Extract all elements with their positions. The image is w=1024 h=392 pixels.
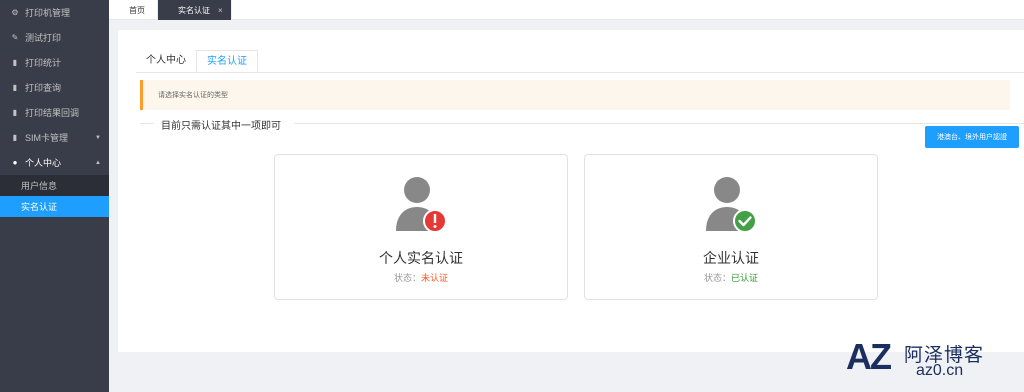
sidebar-subnav: 用户信息 实名认证 <box>0 175 109 217</box>
tab-label: 实名认证 <box>178 5 210 15</box>
sidebar-item-test-print[interactable]: ✎ 测试打印 <box>0 25 109 50</box>
enterprise-auth-card[interactable]: 企业认证 状态：已认证 <box>584 154 878 300</box>
subtab-personal-center[interactable]: 个人中心 <box>136 50 196 72</box>
alert-text: 请选择实名认证的类型 <box>158 92 228 99</box>
sidebar-item-label: 打印机管理 <box>25 8 71 18</box>
caret-down-icon: ▼ <box>95 134 101 141</box>
sidebar-subitem-label: 实名认证 <box>21 202 58 212</box>
status-value: 未认证 <box>421 273 449 283</box>
chat-icon: ▮ <box>12 83 18 92</box>
chat-icon: ▮ <box>12 133 18 142</box>
sidebar-item-print-stats[interactable]: ▮ 打印统计 <box>0 50 109 75</box>
edit-icon: ✎ <box>11 33 19 42</box>
status-label: 状态： <box>393 273 421 283</box>
sidebar-item-label: 打印结果回调 <box>25 108 80 118</box>
fieldset-line-right <box>294 123 1024 124</box>
tab-bar: 首页 实名认证 × <box>109 0 1024 20</box>
gears-icon: ⚙ <box>11 8 19 17</box>
user-icon: ● <box>12 158 18 167</box>
sidebar-item-label: 个人中心 <box>25 158 62 168</box>
sidebar-item-print-query[interactable]: ▮ 打印查询 <box>0 75 109 100</box>
tab-home[interactable]: 首页 <box>109 0 158 20</box>
subtab-divider <box>136 72 1024 73</box>
caret-up-icon: ▲ <box>95 159 101 166</box>
enterprise-auth-status: 状态：已认证 <box>585 271 877 284</box>
subtab-real-name[interactable]: 实名认证 <box>196 50 258 72</box>
personal-auth-status: 状态：未认证 <box>275 271 567 284</box>
sidebar-subitem-label: 用户信息 <box>21 181 58 191</box>
subtabs: 个人中心 实名认证 <box>136 50 258 72</box>
sidebar-subitem-user-info[interactable]: 用户信息 <box>0 175 109 196</box>
alert-banner: 请选择实名认证的类型 <box>140 80 1010 110</box>
status-label: 状态： <box>703 273 731 283</box>
personal-auth-card[interactable]: 个人实名认证 状态：未认证 <box>274 154 568 300</box>
tab-real-name[interactable]: 实名认证 × <box>158 0 232 20</box>
watermark-logo-mark: AZ <box>846 336 892 377</box>
close-icon[interactable]: × <box>218 6 223 15</box>
sidebar-item-printer-manage[interactable]: ⚙ 打印机管理 <box>0 0 109 25</box>
sidebar-subitem-real-name[interactable]: 实名认证 <box>0 196 109 217</box>
personal-auth-title: 个人实名认证 <box>379 250 463 266</box>
sidebar-item-label: 打印统计 <box>25 58 62 68</box>
fieldset-line-left <box>140 123 154 124</box>
watermark-logo: AZ 阿泽博客 az0.cn <box>846 334 996 382</box>
user-warning-icon <box>396 177 447 233</box>
sidebar-item-personal-center[interactable]: ● 个人中心 ▲ <box>0 150 109 175</box>
sidebar-item-sim-manage[interactable]: ▮ SIM卡管理 ▼ <box>0 125 109 150</box>
sidebar-item-label: SIM卡管理 <box>25 133 69 143</box>
chat-icon: ▮ <box>12 58 18 67</box>
sidebar-item-label: 测试打印 <box>25 33 62 43</box>
sidebar-item-label: 打印查询 <box>25 83 62 93</box>
user-check-icon <box>706 177 757 233</box>
fieldset-legend: 目前只需认证其中一项即可 <box>158 117 284 132</box>
status-value: 已认证 <box>731 273 759 283</box>
chat-icon: ▮ <box>12 108 18 117</box>
watermark-url: az0.cn <box>916 362 964 379</box>
tab-label: 首页 <box>129 5 145 15</box>
overseas-auth-button[interactable]: 港澳台、境外用户認證 <box>925 126 1019 148</box>
main-card: 个人中心 实名认证 请选择实名认证的类型 目前只需认证其中一项即可 港澳台、境外… <box>118 30 1024 352</box>
sidebar: ⚙ 打印机管理 ✎ 测试打印 ▮ 打印统计 ▮ 打印查询 ▮ 打印结果回调 ▮ … <box>0 0 109 392</box>
enterprise-auth-title: 企业认证 <box>703 250 759 266</box>
sidebar-item-print-callback[interactable]: ▮ 打印结果回调 <box>0 100 109 125</box>
